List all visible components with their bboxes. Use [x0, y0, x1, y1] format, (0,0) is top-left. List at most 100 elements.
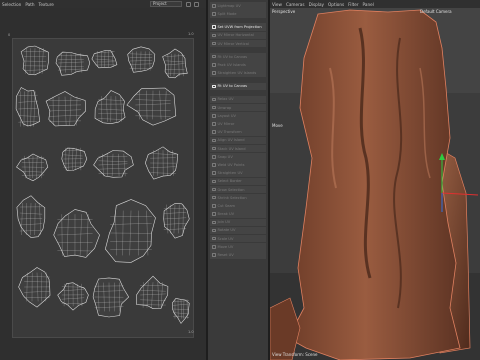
settings-icon[interactable] [194, 1, 199, 7]
tool-button[interactable]: UV Mirror Horizontal [210, 31, 266, 40]
tool-button[interactable]: Split Mode [210, 10, 266, 18]
uv-island[interactable] [55, 51, 91, 76]
tool-icon [212, 236, 216, 241]
tool-label: Select Border [217, 179, 242, 184]
tool-button[interactable]: Scale UV [210, 234, 266, 243]
tool-label: Grow Selection [217, 187, 245, 192]
grid-icon[interactable] [186, 1, 191, 7]
uv-island[interactable] [93, 150, 134, 178]
tool-button[interactable]: Stack UV Island [210, 144, 266, 153]
uv-island[interactable] [163, 203, 190, 239]
tool-icon [212, 138, 216, 143]
tool-label: Straighten UV Islands [217, 71, 257, 76]
tool-button[interactable]: Grow Selection [210, 185, 266, 194]
tool-icon [212, 204, 216, 208]
tool-button[interactable]: UV Transform [210, 128, 266, 137]
tool-button[interactable]: Set UVW from Projection [210, 23, 266, 31]
tool-button[interactable]: Pack UV Islands [210, 61, 266, 69]
tool-button[interactable]: Select Border [210, 177, 266, 186]
3d-viewport[interactable]: Perspective Default Camera Move View Tra… [270, 8, 480, 360]
tool-label: Straighten UV [217, 171, 243, 176]
uv-island[interactable] [61, 147, 88, 172]
uv-editor-panel: 0 1.0 1.0 [0, 8, 206, 360]
uv-island[interactable] [53, 209, 100, 258]
uv-island[interactable] [126, 87, 177, 126]
rock-model [270, 8, 480, 360]
tool-label: Stack UV Island [217, 146, 246, 151]
uv-island[interactable] [127, 46, 156, 73]
tool-button[interactable]: Layout UV [210, 112, 266, 120]
camera-label[interactable]: Default Camera [420, 9, 452, 14]
tool-button[interactable]: UV Mirror [210, 120, 266, 128]
uv-island[interactable] [16, 153, 49, 182]
uv-island[interactable] [45, 91, 86, 127]
tool-button[interactable]: Straighten UV Islands [210, 69, 266, 77]
rock-main [287, 9, 461, 360]
uv-island[interactable] [15, 87, 41, 127]
tool-icon [212, 253, 216, 257]
project-select[interactable]: Project [150, 1, 182, 7]
tool-button[interactable]: Break UV [210, 210, 266, 218]
tool-button[interactable]: Unwrap [210, 103, 266, 112]
tool-button[interactable]: Move UV [210, 243, 266, 251]
uv-menu-item[interactable]: Path [25, 2, 34, 7]
tool-label: Cut Seam [217, 203, 236, 208]
uv-island[interactable] [104, 199, 156, 263]
uv-island[interactable] [162, 48, 188, 79]
tool-icon [212, 33, 216, 38]
viewport-menu-item[interactable]: Options [328, 2, 344, 7]
viewport-menu-item[interactable]: Filter [348, 2, 358, 7]
tool-button[interactable]: Align UV Island [210, 136, 266, 145]
tool-button[interactable]: Join UV [210, 218, 266, 227]
tool-label: Snap UV [217, 154, 233, 159]
tool-button[interactable]: Snap UV [210, 153, 266, 161]
tool-label: UV Mirror Vertical [217, 41, 249, 46]
tool-label: UV Mirror [217, 122, 235, 127]
tool-button[interactable]: Weld UV Points [210, 161, 266, 169]
tool-button[interactable]: Relax UV [210, 95, 266, 104]
tool-label: Break UV [217, 212, 235, 217]
tool-icon [212, 25, 216, 29]
uv-island[interactable] [171, 297, 190, 324]
tool-button[interactable]: Lightmap UV [210, 2, 266, 10]
tool-button[interactable]: Shrink Selection [210, 193, 266, 202]
uv-island[interactable] [92, 277, 130, 318]
tool-button[interactable]: Fit UV to Canvas [210, 52, 266, 61]
tool-label: Lightmap UV [217, 3, 241, 8]
tool-label: UV Mirror Horizontal [217, 33, 254, 38]
uv-island[interactable] [20, 45, 49, 76]
uv-island[interactable] [18, 267, 51, 308]
tool-icon [212, 187, 216, 192]
tool-button[interactable]: Rotate UV [210, 226, 266, 235]
tool-icon [212, 130, 216, 134]
tool-button[interactable]: Fit UV to Canvas [210, 82, 266, 91]
tool-button[interactable]: Straighten UV [210, 169, 266, 177]
uv-island[interactable] [94, 90, 126, 125]
tool-icon [212, 97, 216, 102]
uv-island[interactable] [144, 146, 179, 180]
tool-label: Move UV [217, 244, 234, 249]
uv-menu-item[interactable]: Selection [2, 2, 21, 7]
tool-label: Split Mode [217, 11, 237, 16]
tool-icon [212, 163, 216, 167]
tool-button[interactable]: Reset UV [210, 251, 266, 259]
uv-island[interactable] [57, 282, 89, 311]
uv-bottom-right-label: 1.0 [188, 330, 194, 334]
uv-menu-item[interactable]: Texture [39, 2, 54, 7]
uv-island[interactable] [16, 195, 46, 238]
viewport-menu-item[interactable]: Display [309, 2, 324, 7]
uv-canvas[interactable] [12, 38, 194, 338]
tool-label: Fit UV to Canvas [217, 84, 248, 89]
viewport-menu-item[interactable]: Cameras [286, 2, 305, 7]
viewport-menu-item[interactable]: Panel [363, 2, 374, 7]
tool-label: Shrink Selection [217, 195, 247, 200]
tool-label: Align UV Island [217, 138, 245, 143]
uv-islands [15, 45, 190, 324]
uv-island[interactable] [136, 275, 169, 310]
viewport-menu-item[interactable]: View [272, 2, 282, 7]
tool-label: Reset UV [217, 253, 234, 258]
tool-button[interactable]: UV Mirror Vertical [210, 39, 266, 48]
uv-island[interactable] [91, 50, 118, 69]
tool-button[interactable]: Cut Seam [210, 202, 266, 210]
tool-icon [212, 220, 216, 225]
